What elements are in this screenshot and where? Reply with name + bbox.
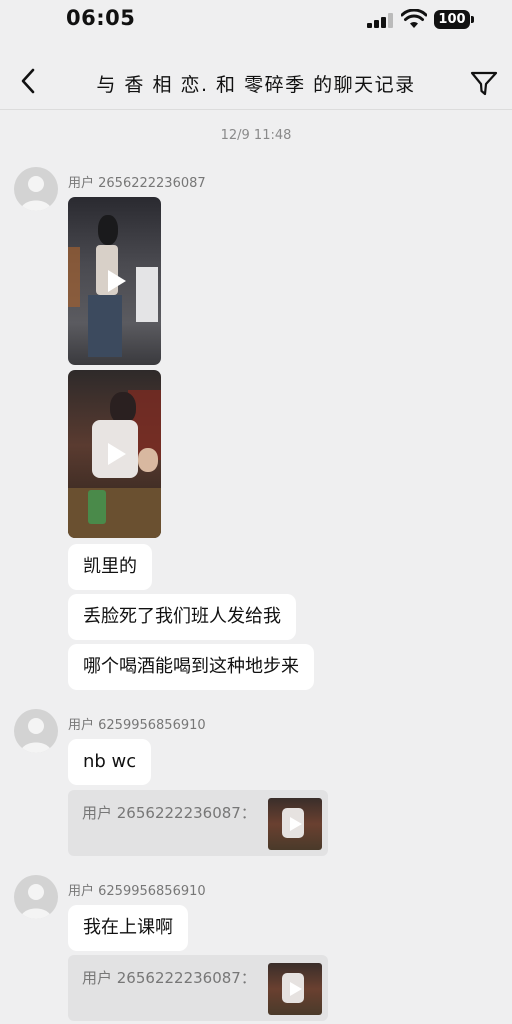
avatar[interactable] [14, 709, 58, 753]
quoted-sender: 用户 2656222236087： [82, 804, 256, 822]
play-icon [290, 817, 302, 831]
status-bar: 06:05 100 [0, 0, 512, 40]
default-avatar-icon [20, 176, 52, 211]
play-icon [107, 270, 126, 292]
quoted-video-thumbnail [268, 963, 322, 1015]
back-arrow-icon[interactable] [16, 66, 42, 96]
quoted-message[interactable]: 用户 2656222236087： [68, 790, 328, 856]
message-bubble: 凯里的 [68, 544, 152, 590]
page-title: 与 香 相 恋. 和 零碎季 的聊天记录 [96, 74, 416, 96]
status-time: 06:05 [66, 6, 136, 30]
signal-icon [367, 12, 395, 28]
message-bubble: 我在上课啊 [68, 905, 188, 951]
quoted-sender: 用户 2656222236087： [82, 969, 256, 987]
wifi-icon [401, 9, 427, 28]
play-icon [107, 443, 126, 465]
play-icon [290, 982, 302, 996]
video-message[interactable] [68, 197, 161, 365]
default-avatar-icon [20, 718, 52, 753]
video-message[interactable] [68, 370, 161, 538]
message-bubble: 丢脸死了我们班人发给我 [68, 594, 296, 640]
message-bubble: nb wc [68, 739, 152, 785]
message-bubble: 哪个喝酒能喝到这种地步来 [68, 644, 314, 690]
avatar[interactable] [14, 875, 58, 919]
nav-bar: 与 香 相 恋. 和 零碎季 的聊天记录 [0, 54, 512, 110]
filter-icon[interactable] [470, 70, 498, 96]
avatar[interactable] [14, 167, 58, 211]
default-avatar-icon [20, 884, 52, 919]
battery-icon: 100 [434, 10, 474, 29]
sender-name: 用户 2656222236087 [68, 176, 206, 191]
sender-name: 用户 6259956856910 [68, 884, 206, 899]
sender-name: 用户 6259956856910 [68, 718, 206, 733]
quoted-video-thumbnail [268, 798, 322, 850]
chat-timestamp: 12/9 11:48 [220, 128, 292, 143]
quoted-message[interactable]: 用户 2656222236087： [68, 955, 328, 1021]
